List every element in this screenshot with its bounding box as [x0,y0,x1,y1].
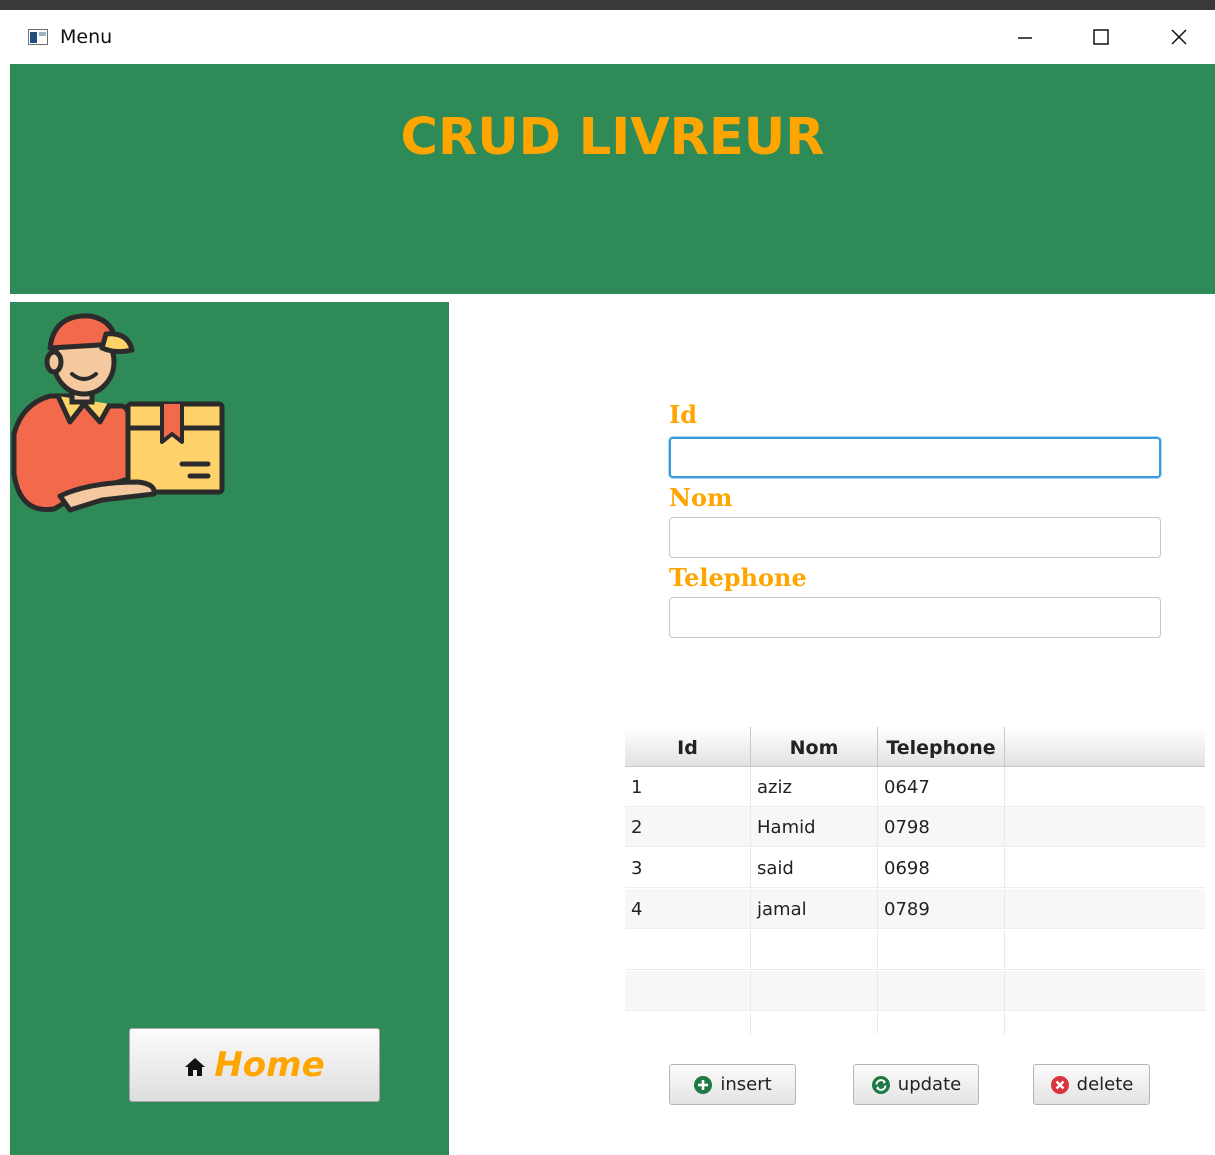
home-button[interactable]: Home [129,1028,380,1102]
plus-circle-icon [694,1075,713,1094]
home-button-label: Home [214,1045,325,1085]
telephone-field[interactable] [669,597,1161,638]
table-row[interactable]: 2 Hamid 0798 [625,807,1205,847]
id-field[interactable] [669,437,1161,478]
delete-button[interactable]: delete [1033,1064,1150,1105]
cell-id: 1 [625,767,751,807]
id-label: Id [669,400,698,429]
column-header-id[interactable]: Id [625,727,751,767]
update-button[interactable]: update [853,1064,979,1105]
insert-button-label: insert [720,1074,772,1095]
nom-field[interactable] [669,517,1161,558]
table-row[interactable]: 1 aziz 0647 [625,767,1205,807]
title-bar[interactable]: Menu [10,10,1215,64]
cell-telephone: 0789 [878,889,1005,929]
column-header-nom[interactable]: Nom [751,727,878,767]
cell-telephone: 0698 [878,848,1005,888]
window-top-edge [0,0,1215,10]
window-title: Menu [60,26,113,48]
cell-id: 4 [625,889,751,929]
table-header: Id Nom Telephone [625,727,1205,767]
sidebar: Home [10,302,449,1155]
table-row[interactable]: 3 said 0698 [625,848,1205,888]
cell-telephone: 0798 [878,807,1005,847]
cell-nom: Hamid [751,807,878,847]
cell-id: 2 [625,807,751,847]
nom-label: Nom [669,483,733,512]
cell-telephone: 0647 [878,767,1005,807]
telephone-label: Telephone [669,563,807,592]
minimize-icon[interactable] [1010,22,1040,52]
delivery-man-icon [11,313,225,513]
table-row-empty [625,930,1205,970]
delete-circle-icon [1050,1075,1069,1094]
delete-button-label: delete [1076,1074,1134,1095]
header-banner: CRUD LIVREUR [10,64,1215,294]
update-button-label: update [897,1074,962,1095]
home-icon [185,1058,206,1076]
maximize-icon[interactable] [1086,22,1116,52]
cell-nom: jamal [751,889,878,929]
refresh-icon [871,1075,890,1094]
page-title: CRUD LIVREUR [400,108,825,167]
app-window-icon [28,29,48,45]
table-row[interactable]: 4 jamal 0789 [625,889,1205,929]
cell-id: 3 [625,848,751,888]
cell-nom: aziz [751,767,878,807]
table-row-empty [625,971,1205,1011]
insert-button[interactable]: insert [669,1064,796,1105]
livreur-table[interactable]: Id Nom Telephone 1 aziz 0647 2 Hamid 079… [625,727,1205,1034]
close-icon[interactable] [1164,22,1194,52]
app-window: Menu CRUD LIVREUR Home Id Nom Telephone … [0,0,1215,1155]
table-row-empty [625,1012,1205,1034]
cell-nom: said [751,848,878,888]
column-header-telephone[interactable]: Telephone [878,727,1005,767]
